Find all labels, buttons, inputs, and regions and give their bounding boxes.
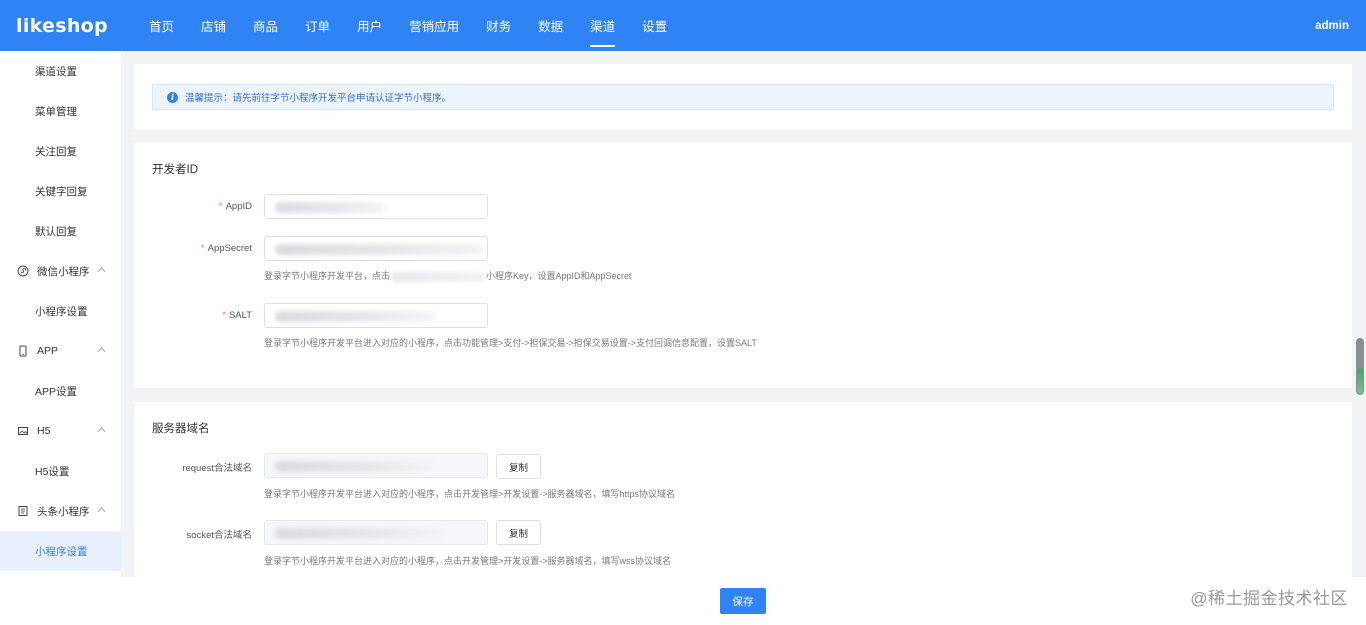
nav-item-goods[interactable]: 商品	[240, 0, 291, 51]
sidebar-item-label: 菜单管理	[35, 105, 77, 118]
sidebar-item-wechat-mini-settings[interactable]: 小程序设置	[0, 291, 121, 331]
footer-bar	[0, 577, 1366, 625]
sidebar-item-app-settings[interactable]: APP设置	[0, 371, 121, 411]
appsecret-input[interactable]	[264, 236, 488, 261]
sidebar-group-wechat-mini[interactable]: 微信小程序	[0, 251, 121, 291]
nav-item-settings[interactable]: 设置	[629, 0, 680, 51]
appid-label: * AppID	[132, 201, 252, 212]
sidebar-item-channel-settings[interactable]: 渠道设置	[0, 51, 121, 91]
chevron-up-icon	[97, 427, 106, 436]
appid-label-text: AppID	[225, 201, 252, 212]
nav-item-finance[interactable]: 财务	[473, 0, 524, 51]
sidebar-item-label: 关注回复	[35, 145, 77, 158]
sidebar-item-default-reply[interactable]: 默认回复	[0, 211, 121, 251]
top-navbar: likeshop 首页 店铺 商品 订单 用户 营销应用 财务 数据 渠道 设置…	[0, 0, 1366, 51]
sidebar-item-label: APP	[37, 345, 59, 357]
chevron-up-icon	[97, 507, 106, 516]
scrollbar-thumb[interactable]	[1356, 338, 1364, 395]
sidebar-item-label: 小程序设置	[35, 305, 88, 318]
watermark: @稀土掘金技术社区	[1190, 589, 1348, 608]
section-title-server: 服务器域名	[152, 423, 210, 435]
request-domain-hint: 登录字节小程序开发平台进入对应的小程序，点击开发管理>开发设置->服务器域名，填…	[264, 489, 676, 499]
sidebar-item-menu-management[interactable]: 菜单管理	[0, 91, 121, 131]
image-icon	[17, 425, 29, 437]
sidebar-item-label: 微信小程序	[37, 265, 90, 278]
sidebar-item-keyword-reply[interactable]: 关键字回复	[0, 171, 121, 211]
sidebar-group-h5[interactable]: H5	[0, 411, 121, 451]
alert-text: 温馨提示：请先前往字节小程序开发平台申请认证字节小程序。	[185, 93, 452, 104]
nav-item-orders[interactable]: 订单	[292, 0, 343, 51]
logo[interactable]: likeshop	[0, 15, 136, 37]
request-domain-input[interactable]	[264, 453, 488, 478]
salt-label-text: SALT	[228, 310, 252, 321]
salt-label: * SALT	[132, 310, 252, 321]
appsecret-hint: 登录字节小程序开发平台，点击 小程序Key，设置AppID和AppSecret	[264, 269, 632, 282]
nav-item-marketing[interactable]: 营销应用	[396, 0, 472, 51]
sidebar-item-h5-settings[interactable]: H5设置	[0, 451, 121, 491]
document-icon	[17, 505, 29, 517]
sidebar-item-label: APP设置	[35, 385, 78, 398]
sidebar-item-label: 渠道设置	[35, 65, 77, 78]
section-title-developer: 开发者ID	[152, 164, 198, 176]
nav-item-users[interactable]: 用户	[344, 0, 395, 51]
salt-input[interactable]	[264, 303, 488, 328]
tip-alert: i 温馨提示：请先前往字节小程序开发平台申请认证字节小程序。	[152, 84, 1334, 110]
sidebar-item-label: H5设置	[35, 465, 70, 478]
main-nav: 首页 店铺 商品 订单 用户 营销应用 财务 数据 渠道 设置	[136, 0, 681, 51]
chevron-up-icon	[97, 347, 106, 356]
sidebar-group-toutiao-mini[interactable]: 头条小程序	[0, 491, 121, 531]
nav-item-home[interactable]: 首页	[136, 0, 187, 51]
socket-domain-input[interactable]	[264, 520, 488, 545]
salt-hint: 登录字节小程序开发平台进入对应的小程序，点击功能管理>支付->担保交易->担保交…	[264, 338, 757, 348]
copy-socket-button[interactable]: 复制	[496, 520, 541, 545]
appsecret-hint-pre: 登录字节小程序开发平台，点击	[264, 271, 391, 281]
appsecret-hint-post: 小程序Key，设置AppID和AppSecret	[486, 271, 632, 281]
mini-program-icon	[17, 265, 29, 277]
appsecret-label: * AppSecret	[132, 243, 252, 254]
required-mark: *	[222, 310, 226, 321]
sidebar: 渠道设置 菜单管理 关注回复 关键字回复 默认回复 微信小程序 小程序设置 AP…	[0, 51, 121, 577]
request-domain-label: request合法域名	[182, 463, 252, 474]
required-mark: *	[218, 201, 223, 212]
info-icon: i	[167, 91, 178, 103]
save-button[interactable]: 保存	[720, 588, 766, 614]
nav-item-shop[interactable]: 店铺	[188, 0, 239, 51]
nav-item-channel[interactable]: 渠道	[577, 0, 628, 51]
sidebar-item-toutiao-mini-settings[interactable]: 小程序设置	[0, 531, 121, 571]
sidebar-item-follow-reply[interactable]: 关注回复	[0, 131, 121, 171]
developer-id-card	[134, 142, 1352, 388]
phone-icon	[17, 345, 29, 357]
sidebar-item-label: 头条小程序	[37, 505, 90, 518]
socket-domain-hint: 登录字节小程序开发平台进入对应的小程序，点击开发管理>开发设置->服务器域名，填…	[264, 556, 672, 566]
required-mark: *	[200, 243, 205, 254]
sidebar-group-app[interactable]: APP	[0, 331, 121, 371]
admin-user-menu[interactable]: admin	[1315, 0, 1349, 51]
sidebar-item-label: 关键字回复	[35, 185, 88, 198]
socket-domain-label: socket合法域名	[186, 530, 252, 541]
sidebar-item-label: 默认回复	[35, 225, 77, 238]
chevron-up-icon	[97, 267, 106, 276]
appid-input[interactable]	[264, 194, 488, 219]
sidebar-item-label: H5	[37, 425, 51, 437]
appsecret-label-text: AppSecret	[207, 243, 252, 254]
nav-item-data[interactable]: 数据	[525, 0, 576, 51]
copy-request-button[interactable]: 复制	[496, 454, 541, 479]
scrollbar-track[interactable]	[1353, 51, 1366, 577]
sidebar-item-label: 小程序设置	[35, 545, 88, 558]
